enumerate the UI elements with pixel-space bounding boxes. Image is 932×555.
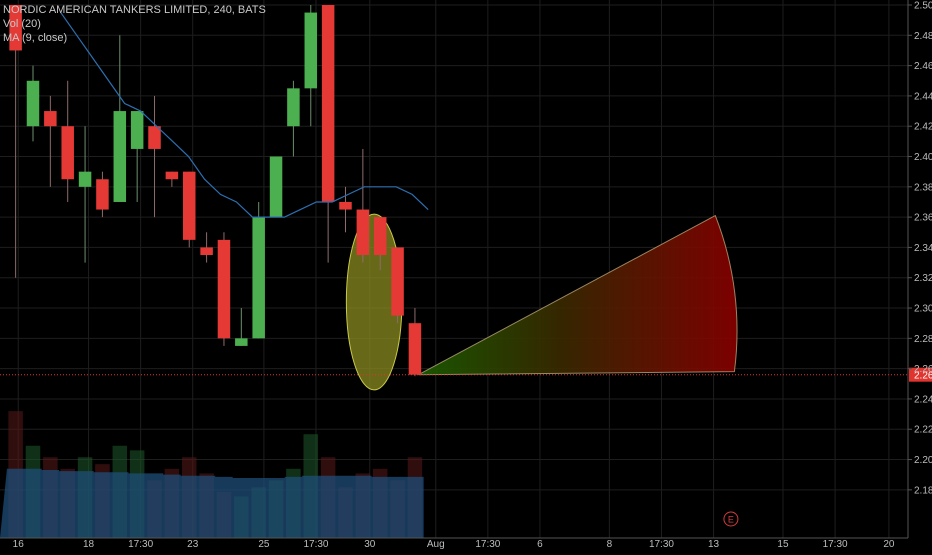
y-tick-label: 2.38 [914,182,932,193]
x-tick-label: 17:30 [649,539,674,550]
fan-shape[interactable] [418,214,738,376]
y-tick-label: 2.22 [914,425,932,436]
x-tick-label: 20 [883,539,895,550]
x-tick-label: 25 [258,539,270,550]
x-tick-label: 30 [364,539,376,550]
candle-body [252,217,265,339]
event-label: E [728,515,734,525]
y-tick-label: 2.30 [914,304,932,315]
y-tick-label: 2.24 [914,394,932,405]
candle-body [373,217,387,255]
y-tick-label: 2.44 [914,91,932,102]
y-tick-label: 2.40 [914,152,932,163]
candle-body [339,201,352,210]
candle-body [269,156,283,218]
chart-legend: NORDIC AMERICAN TANKERS LIMITED, 240, BA… [3,3,266,45]
candle-body [200,247,213,255]
volume-legend[interactable]: Vol (20) [3,17,266,31]
candle-body [321,5,335,202]
x-tick-label: 17:30 [823,539,848,550]
x-tick-label: 6 [537,539,543,550]
ma-legend[interactable]: MA (9, close) [3,31,266,45]
y-tick-label: 2.26 [914,364,932,375]
y-tick-label: 2.48 [914,31,932,42]
candle-body [96,179,109,210]
volume-pane [0,411,424,538]
x-tick-label: 13 [708,539,720,550]
chart-container[interactable]: 2.26 2.50 2.48 2.46 2.44 2.42 2.40 2.38 2.36 2.3… [0,0,932,550]
x-tick-label: 17:30 [303,539,328,550]
candle-body [391,247,404,316]
fan-annotation[interactable] [418,214,738,376]
earnings-event-marker[interactable]: E [723,511,739,527]
candle-body [356,209,370,255]
candle-body [235,338,248,346]
candle-body [44,111,57,127]
y-tick-label: 2.50 [914,1,932,12]
candle-body [78,171,92,187]
y-tick-label: 2.20 [914,455,932,466]
candle-body [304,12,318,89]
y-tick-label: 2.42 [914,122,932,133]
x-tick-label: 16 [13,539,25,550]
symbol-legend[interactable]: NORDIC AMERICAN TANKERS LIMITED, 240, BA… [3,3,266,17]
x-tick-label: 15 [777,539,789,550]
time-axis[interactable]: 16 18 17:30 23 25 17:30 30 Aug 17:30 6 8 17:30 13 15 1… [0,537,908,550]
x-tick-label: 17:30 [128,539,153,550]
x-tick-label: Aug [427,539,445,550]
candle-body [408,323,422,375]
candle-body [287,88,300,127]
candle-body [61,126,74,180]
y-tick-label: 2.32 [914,273,932,284]
x-tick-label: 18 [83,539,95,550]
candle-body [217,239,231,339]
candle-body [130,111,144,149]
y-tick-label: 2.46 [914,61,932,72]
candle-body [26,80,40,127]
candle-body [165,171,179,180]
y-tick-label: 2.18 [914,485,932,496]
y-tick-label: 2.28 [914,334,932,345]
candle-body [182,171,196,240]
volume-ma-area [0,468,424,538]
x-tick-label: 17:30 [475,539,500,550]
candle-body [148,126,161,149]
x-tick-label: 23 [187,539,199,550]
y-tick-label: 2.36 [914,213,932,224]
price-axis[interactable]: 2.50 2.48 2.46 2.44 2.42 2.40 2.38 2.36 2.34 2.32… [907,0,932,538]
candle-body [113,111,127,202]
candlestick-chart[interactable]: 2.26 2.50 2.48 2.46 2.44 2.42 2.40 2.38 2.36 2.3… [0,0,932,550]
x-tick-label: 8 [607,539,613,550]
y-tick-label: 2.34 [914,243,932,254]
